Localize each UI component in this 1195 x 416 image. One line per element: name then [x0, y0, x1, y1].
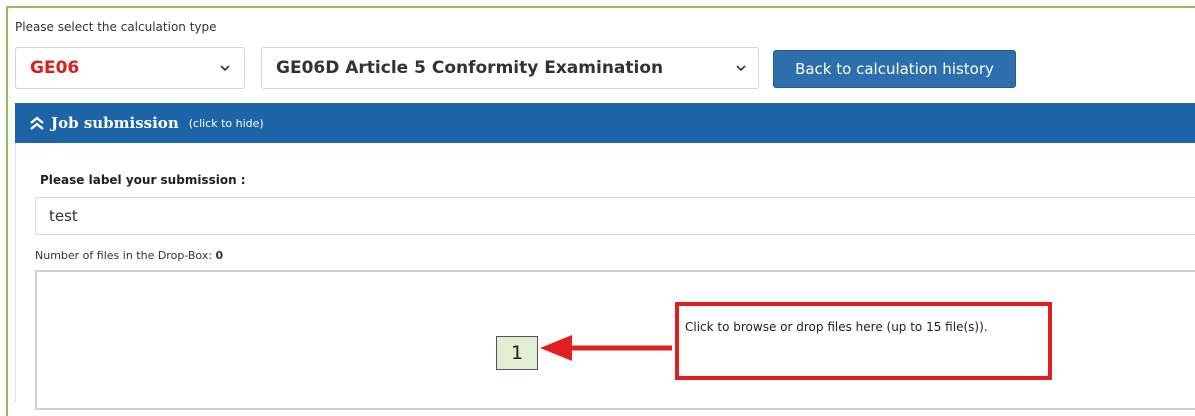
- calculation-type-select[interactable]: GE06: [15, 47, 245, 89]
- arrow-left-icon: [540, 335, 672, 361]
- calculation-select[interactable]: GE06D Article 5 Conformity Examination: [261, 47, 759, 89]
- calculation-type-prompt: Please select the calculation type: [15, 20, 217, 34]
- double-chevron-up-icon: [30, 116, 44, 130]
- job-submission-hint: (click to hide): [188, 116, 264, 130]
- dropbox-file-count: Number of files in the Drop-Box: 0: [35, 249, 223, 262]
- submission-label-input[interactable]: [35, 197, 1195, 235]
- calculation-type-value: GE06: [30, 58, 80, 78]
- submission-label-prompt: Please label your submission :: [40, 173, 246, 187]
- job-submission-title: Job submission: [51, 114, 179, 132]
- file-count-label: Number of files in the Drop-Box:: [35, 249, 213, 262]
- chevron-down-icon: [220, 65, 230, 72]
- step-number-badge: 1: [496, 336, 538, 370]
- file-count-value: 0: [215, 249, 224, 262]
- calculation-value: GE06D Article 5 Conformity Examination: [276, 58, 664, 78]
- chevron-down-icon: [736, 65, 746, 72]
- highlight-callout-box: [675, 302, 1052, 380]
- job-submission-header[interactable]: Job submission (click to hide): [15, 103, 1195, 143]
- back-to-history-button[interactable]: Back to calculation history: [773, 50, 1016, 88]
